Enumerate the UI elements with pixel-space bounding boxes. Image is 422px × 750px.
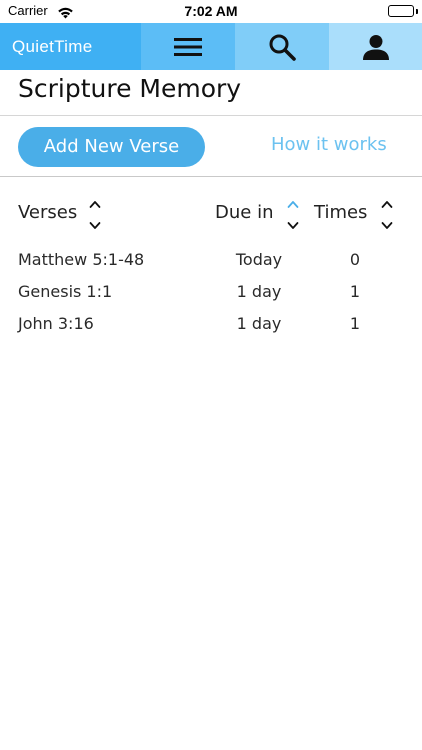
battery-icon xyxy=(388,5,414,17)
add-new-verse-button[interactable]: Add New Verse xyxy=(18,127,205,167)
times-cell: 1 xyxy=(349,314,361,333)
table-row[interactable]: Matthew 5:1-48 Today 0 xyxy=(0,250,422,282)
app-brand[interactable]: QuietTime xyxy=(0,23,141,70)
column-header-verses[interactable]: Verses xyxy=(18,202,77,223)
menu-icon xyxy=(173,36,203,58)
table-row[interactable]: Genesis 1:1 1 day 1 xyxy=(0,282,422,314)
title-divider xyxy=(0,115,422,116)
due-cell: 1 day xyxy=(236,314,282,333)
due-cell: 1 day xyxy=(236,282,282,301)
column-header-times[interactable]: Times xyxy=(314,202,367,223)
actions-divider xyxy=(0,176,422,177)
sort-arrows-icon xyxy=(287,201,299,229)
status-time: 7:02 AM xyxy=(184,3,238,19)
profile-button[interactable] xyxy=(329,23,422,70)
sort-arrows-icon xyxy=(89,201,101,229)
top-nav: QuietTime xyxy=(0,23,422,70)
sort-due-button[interactable] xyxy=(286,198,300,232)
search-icon xyxy=(268,33,296,61)
page-title: Scripture Memory xyxy=(18,74,242,103)
times-cell: 1 xyxy=(349,282,361,301)
sort-times-button[interactable] xyxy=(380,198,394,232)
how-it-works-link[interactable]: How it works xyxy=(271,134,387,155)
column-header-due[interactable]: Due in xyxy=(215,202,273,223)
menu-button[interactable] xyxy=(141,23,235,70)
search-button[interactable] xyxy=(235,23,329,70)
verse-cell: John 3:16 xyxy=(18,314,94,333)
verse-cell: Matthew 5:1-48 xyxy=(18,250,145,269)
battery-tip xyxy=(416,9,418,14)
user-icon xyxy=(362,33,390,61)
table-row[interactable]: John 3:16 1 day 1 xyxy=(0,314,422,346)
status-bar: Carrier 7:02 AM xyxy=(0,0,422,23)
sort-verses-button[interactable] xyxy=(88,198,102,232)
verse-cell: Genesis 1:1 xyxy=(18,282,113,301)
due-cell: Today xyxy=(235,250,283,269)
times-cell: 0 xyxy=(349,250,361,269)
sort-arrows-icon xyxy=(381,201,393,229)
